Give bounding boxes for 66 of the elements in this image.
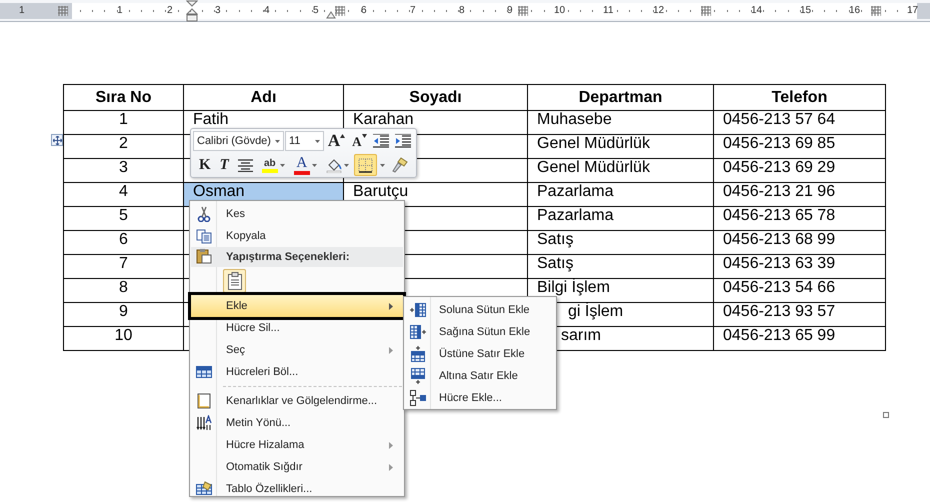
ruler-number: 5 xyxy=(313,4,319,18)
section-header: Yapıştırma Seçenekleri: xyxy=(226,250,350,265)
column-header: Telefon xyxy=(714,84,886,110)
font-size-field[interactable]: 11 xyxy=(284,131,324,151)
table-cell: 3 xyxy=(64,158,184,182)
table-cell: 0456-213 54 66 xyxy=(714,278,886,302)
table-cell: 9 xyxy=(64,302,184,326)
table-cell: Pazarlama xyxy=(528,182,714,206)
ruler-number: 12 xyxy=(653,4,664,18)
menu-item[interactable]: Kopyala xyxy=(191,225,403,247)
ruler-number: 7 xyxy=(410,4,416,18)
table-cell: 0456-213 63 39 xyxy=(714,254,886,278)
table-cell: 2 xyxy=(64,134,184,158)
column-header: Adı xyxy=(184,84,344,110)
table-cell: Satış xyxy=(528,254,714,278)
column-header: Departman xyxy=(528,84,714,110)
table-cell: 0456-213 69 85 xyxy=(714,134,886,158)
menu-item[interactable]: Hücre Sil... xyxy=(191,317,403,339)
table-cell: Pazarlama xyxy=(528,206,714,230)
table-cell: 8 xyxy=(64,278,184,302)
table-cell: 5 xyxy=(64,206,184,230)
table-cell: 0456-213 21 96 xyxy=(714,182,886,206)
menu-item[interactable]: Ekle xyxy=(191,295,403,317)
ruler-number: 3 xyxy=(215,4,221,18)
ruler-number: 16 xyxy=(849,4,860,18)
ruler-number: 14 xyxy=(751,4,762,18)
ruler-number: 10 xyxy=(554,4,566,18)
menu-item[interactable]: Kenarlıklar ve Gölgelendirme... xyxy=(191,390,403,412)
table-cell: 6 xyxy=(64,230,184,254)
table-cell: 0456-213 69 29 xyxy=(714,158,886,182)
font-field[interactable]: Calibri (Gövde) xyxy=(193,131,284,151)
menu-item[interactable]: Metin Yönü... xyxy=(191,412,403,434)
menu-item[interactable]: Tablo Özellikleri... xyxy=(191,478,403,500)
menu-item[interactable]: Seç xyxy=(191,339,403,361)
menu-item[interactable]: Hücre Hizalama xyxy=(191,434,403,456)
ruler-number: 1 xyxy=(117,4,123,18)
table-cell: 4 xyxy=(64,182,184,206)
table-cell: 0456-213 65 99 xyxy=(714,326,886,350)
italic-button[interactable]: T xyxy=(216,154,233,176)
table-cell: 0456-213 93 57 xyxy=(714,302,886,326)
menu-item[interactable]: Hücre Ekle... xyxy=(405,387,555,409)
menu-item[interactable]: Otomatik Sığdır xyxy=(191,456,403,478)
table-cell: Genel Müdürlük xyxy=(528,158,714,182)
column-header: Sıra No xyxy=(64,84,184,110)
table-cell: 0456-213 65 78 xyxy=(714,206,886,230)
table-cell: 10 xyxy=(64,326,184,350)
menu-item[interactable]: Hücreleri Böl... xyxy=(191,361,403,383)
table-cell: Muhasebe xyxy=(528,110,714,134)
font-color-button[interactable]: A xyxy=(290,154,321,176)
table-cell: 0456-213 57 64 xyxy=(714,110,886,134)
ruler-number: 15 xyxy=(800,4,812,18)
ruler-number: 2 xyxy=(167,4,173,18)
ruler-number: 1 xyxy=(19,4,25,18)
table-cell: 1 xyxy=(64,110,184,134)
column-header: Soyadı xyxy=(344,84,528,110)
menu-item[interactable]: Altına Satır Ekle xyxy=(405,365,555,387)
ruler-number: 8 xyxy=(459,4,465,18)
table-cell: 7 xyxy=(64,254,184,278)
table-cell: 0456-213 68 99 xyxy=(714,230,886,254)
bold-button[interactable]: K xyxy=(195,154,215,176)
table-cell: Genel Müdürlük xyxy=(528,134,714,158)
highlight-button[interactable]: ab xyxy=(258,154,289,176)
ruler-number: 4 xyxy=(264,4,270,18)
ruler-number: 6 xyxy=(361,4,367,18)
table-cell: Satış xyxy=(528,230,714,254)
ruler-number: 9 xyxy=(507,4,513,18)
